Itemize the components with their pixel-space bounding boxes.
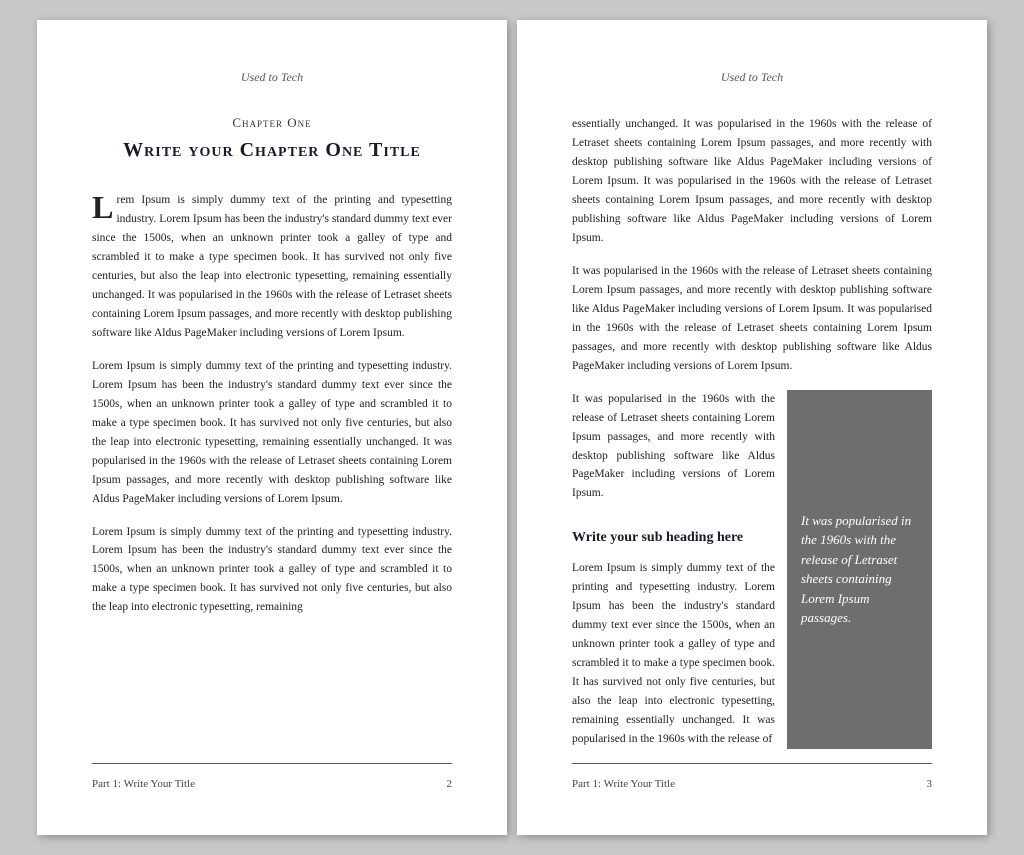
footer-page-number: 2 xyxy=(447,778,453,790)
pullquote-text: It was popularised in the 1960s with the… xyxy=(801,511,918,628)
paragraph-3: Lorem Ipsum is simply dummy text of the … xyxy=(92,523,452,618)
pullquote-section: It was popularised in the 1960s with the… xyxy=(572,390,932,750)
subheading: Write your sub heading here xyxy=(572,526,775,549)
footer-left-label: Part 1: Write Your Title xyxy=(92,778,195,790)
right-page-footer: Part 1: Write Your Title 3 xyxy=(572,763,932,790)
paragraph-1-text: rem Ipsum is simply dummy text of the pr… xyxy=(92,194,452,339)
right-paragraph-4: Lorem Ipsum is simply dummy text of the … xyxy=(572,559,775,749)
paragraph-2: Lorem Ipsum is simply dummy text of the … xyxy=(92,357,452,509)
left-page: Used to Tech Chapter One Write your Chap… xyxy=(37,20,507,835)
right-page: Used to Tech essentially unchanged. It w… xyxy=(517,20,987,835)
right-paragraph-2: It was popularised in the 1960s with the… xyxy=(572,262,932,376)
footer-right-page-number: 3 xyxy=(927,778,933,790)
pullquote-box: It was popularised in the 1960s with the… xyxy=(787,390,932,750)
chapter-title: Write your Chapter One Title xyxy=(92,137,452,163)
right-paragraph-1: essentially unchanged. It was popularise… xyxy=(572,115,932,248)
left-page-footer: Part 1: Write Your Title 2 xyxy=(92,763,452,790)
left-page-header: Used to Tech xyxy=(92,70,452,85)
pullquote-left-text: It was popularised in the 1960s with the… xyxy=(572,390,787,750)
right-paragraph-3: It was popularised in the 1960s with the… xyxy=(572,390,775,504)
footer-right-label: Part 1: Write Your Title xyxy=(572,778,675,790)
right-page-header: Used to Tech xyxy=(572,70,932,85)
paragraph-1: Lrem Ipsum is simply dummy text of the p… xyxy=(92,191,452,343)
chapter-label: Chapter One xyxy=(92,115,452,131)
document-spread: Used to Tech Chapter One Write your Chap… xyxy=(17,0,1007,855)
